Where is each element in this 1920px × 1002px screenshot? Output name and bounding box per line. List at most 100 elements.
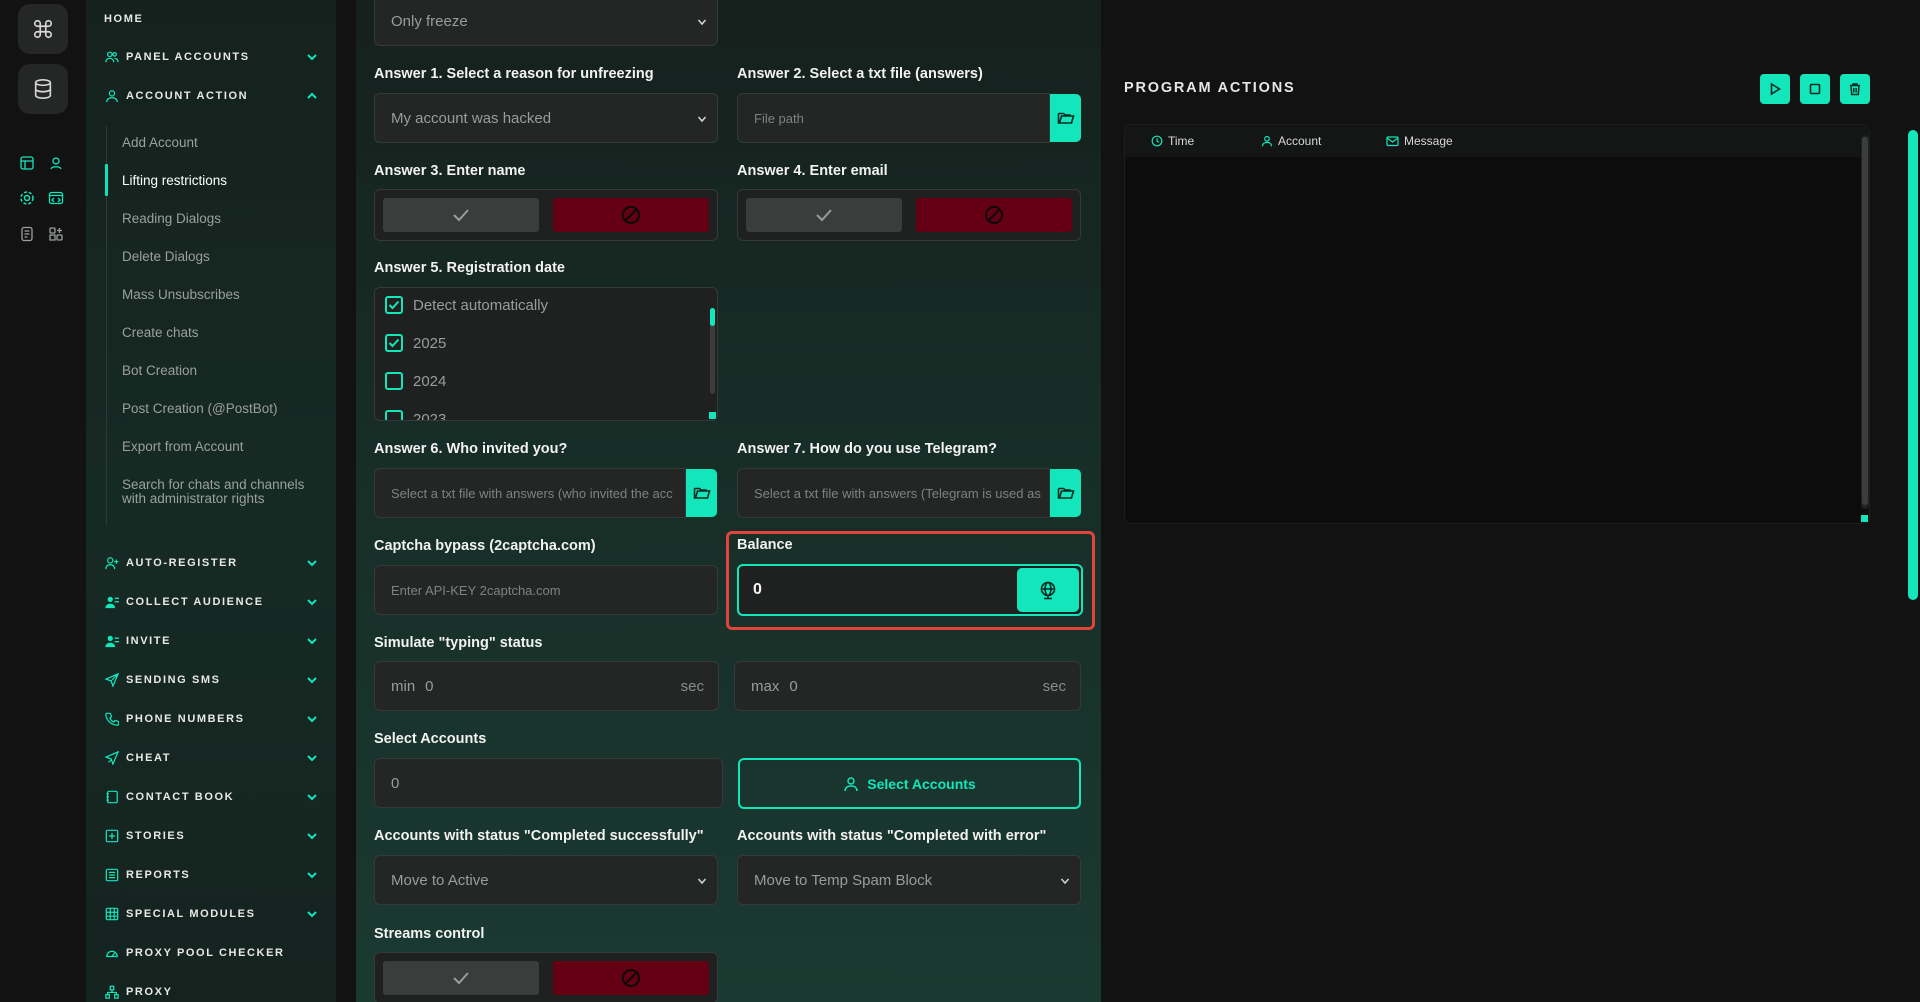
- registration-date-list[interactable]: Detect automatically 2025 2024 2023: [374, 287, 718, 421]
- chevron-down-icon: [307, 599, 317, 606]
- sidebar-item-collect-audience[interactable]: COLLECT AUDIENCE: [104, 591, 318, 613]
- clock-icon: [1151, 135, 1163, 147]
- command-icon[interactable]: [18, 4, 68, 54]
- log-col-label: Account: [1278, 134, 1322, 148]
- typing-max-input[interactable]: max 0 sec: [734, 661, 1081, 711]
- sidebar-subitem-add-account[interactable]: Add Account: [122, 136, 312, 150]
- location-icon[interactable]: [46, 153, 66, 173]
- captcha-api-key-input[interactable]: Enter API-KEY 2captcha.com: [374, 565, 718, 615]
- sidebar-subitem-lifting-restrictions[interactable]: Lifting restrictions: [122, 174, 312, 188]
- browse-who-invited-button[interactable]: [686, 469, 717, 517]
- database-icon[interactable]: [18, 64, 68, 114]
- a7-label: Answer 7. How do you use Telegram?: [737, 441, 997, 457]
- globe-icon: [1040, 581, 1056, 600]
- checkbox-unchecked[interactable]: [385, 410, 403, 420]
- name-toggle: [374, 189, 718, 241]
- email-disable-button[interactable]: [916, 198, 1072, 232]
- list-scrollbar[interactable]: [710, 308, 715, 394]
- sidebar-subitem-export-from-account[interactable]: Export from Account: [122, 440, 312, 454]
- reg-option-2025[interactable]: 2025: [385, 334, 446, 352]
- code-window-icon[interactable]: [46, 188, 66, 208]
- resize-handle-icon[interactable]: [709, 412, 716, 419]
- program-actions-log[interactable]: Time Account Message: [1124, 124, 1870, 524]
- sidebar-subitem-reading-dialogs[interactable]: Reading Dialogs: [122, 212, 312, 226]
- check-icon: [816, 209, 832, 222]
- a6-label: Answer 6. Who invited you?: [374, 441, 568, 457]
- sidebar-subitem-delete-dialogs[interactable]: Delete Dialogs: [122, 250, 312, 264]
- captcha-placeholder: Enter API-KEY 2captcha.com: [391, 582, 561, 598]
- sidebar-subitem-mass-unsubscribes[interactable]: Mass Unsubscribes: [122, 288, 312, 302]
- checkbox-checked[interactable]: [385, 334, 403, 352]
- checkbox-checked[interactable]: [385, 296, 403, 314]
- resize-handle-icon[interactable]: [1861, 515, 1868, 522]
- sidebar-item-cheat[interactable]: CHEAT: [104, 747, 318, 769]
- reason-select[interactable]: My account was hacked: [374, 93, 718, 143]
- browse-answers-button[interactable]: [1050, 94, 1081, 142]
- sidebar-subitem-post-creation[interactable]: Post Creation (@PostBot): [122, 402, 312, 416]
- sidebar-item-label: COLLECT AUDIENCE: [126, 596, 264, 608]
- log-scrollbar[interactable]: [1861, 135, 1869, 509]
- widgets-icon[interactable]: [46, 224, 66, 244]
- name-enable-button[interactable]: [383, 198, 539, 232]
- page-scrollbar[interactable]: [1908, 130, 1918, 600]
- sidebar-item-proxy-pool-checker[interactable]: PROXY POOL CHECKER: [104, 942, 318, 964]
- reg-option-2023[interactable]: 2023: [385, 410, 446, 420]
- reg-option-2024[interactable]: 2024: [385, 372, 446, 390]
- play-icon: [1770, 82, 1782, 96]
- checkbox-unchecked[interactable]: [385, 372, 403, 390]
- sidebar-item-label: INVITE: [126, 635, 172, 647]
- who-invited-file-input[interactable]: Select a txt file with answers (who invi…: [374, 468, 686, 518]
- stop-button[interactable]: [1800, 74, 1830, 104]
- streams-enable-button[interactable]: [383, 961, 539, 995]
- reg-option-auto[interactable]: Detect automatically: [385, 296, 548, 314]
- sidebar-item-auto-register[interactable]: AUTO-REGISTER: [104, 552, 318, 574]
- user-icon: [844, 776, 859, 791]
- sidebar-item-reports[interactable]: REPORTS: [104, 864, 318, 886]
- log-col-time[interactable]: Time: [1151, 134, 1194, 148]
- sidebar-item-label: STORIES: [126, 830, 186, 842]
- user-plus-icon: [104, 555, 120, 571]
- typing-min-input[interactable]: min 0 sec: [374, 661, 719, 711]
- sidebar-subitem-create-chats[interactable]: Create chats: [122, 326, 312, 340]
- sidebar-item-contact-book[interactable]: CONTACT BOOK: [104, 786, 318, 808]
- email-enable-button[interactable]: [746, 198, 902, 232]
- who-invited-placeholder: Select a txt file with answers (who invi…: [391, 485, 673, 501]
- sidebar-item-panel-accounts[interactable]: PANEL ACCOUNTS: [104, 46, 318, 68]
- answers-file-input[interactable]: File path: [737, 93, 1050, 143]
- sidebar-item-invite[interactable]: INVITE: [104, 630, 318, 652]
- sidebar-item-phone-numbers[interactable]: PHONE NUMBERS: [104, 708, 318, 730]
- settings-icon[interactable]: [17, 188, 37, 208]
- folder-open-icon: [693, 487, 711, 499]
- sidebar-item-stories[interactable]: STORIES: [104, 825, 318, 847]
- sidebar-subitem-bot-creation[interactable]: Bot Creation: [122, 364, 312, 378]
- name-disable-button[interactable]: [553, 198, 709, 232]
- table-icon[interactable]: [17, 153, 37, 173]
- balance-label: Balance: [737, 537, 793, 553]
- sidebar-subitem-search-admin-chats[interactable]: Search for chats and channels with admin…: [122, 478, 312, 506]
- select-accounts-button[interactable]: Select Accounts: [738, 758, 1081, 809]
- chevron-up-icon: [307, 92, 317, 99]
- browse-telegram-usage-button[interactable]: [1050, 469, 1081, 517]
- success-label: Accounts with status "Completed successf…: [374, 828, 704, 844]
- max-value: 0: [789, 677, 798, 695]
- sidebar-item-proxy[interactable]: PROXY: [104, 981, 318, 1002]
- check-balance-button[interactable]: [1017, 568, 1079, 612]
- selected-accounts-value: 0: [391, 774, 400, 792]
- folder-open-icon: [1057, 487, 1075, 499]
- sidebar-item-sending-sms[interactable]: SENDING SMS: [104, 669, 318, 691]
- sidebar-item-home[interactable]: HOME: [104, 8, 318, 30]
- log-col-message[interactable]: Message: [1386, 134, 1453, 148]
- start-button[interactable]: [1760, 74, 1790, 104]
- folder-open-icon: [1057, 112, 1075, 124]
- sidebar-item-account-action[interactable]: ACCOUNT ACTION: [104, 85, 318, 107]
- streams-disable-button[interactable]: [553, 961, 709, 995]
- document-icon[interactable]: [17, 224, 37, 244]
- error-status-select[interactable]: Move to Temp Spam Block: [737, 855, 1081, 905]
- log-col-account[interactable]: Account: [1261, 134, 1321, 148]
- telegram-usage-file-input[interactable]: Select a txt file with answers (Telegram…: [737, 468, 1050, 518]
- clear-log-button[interactable]: [1840, 74, 1870, 104]
- caret-down-icon: [697, 878, 707, 885]
- success-status-select[interactable]: Move to Active: [374, 855, 718, 905]
- mode-select[interactable]: Only freeze: [374, 0, 718, 46]
- sidebar-item-special-modules[interactable]: SPECIAL MODULES: [104, 903, 318, 925]
